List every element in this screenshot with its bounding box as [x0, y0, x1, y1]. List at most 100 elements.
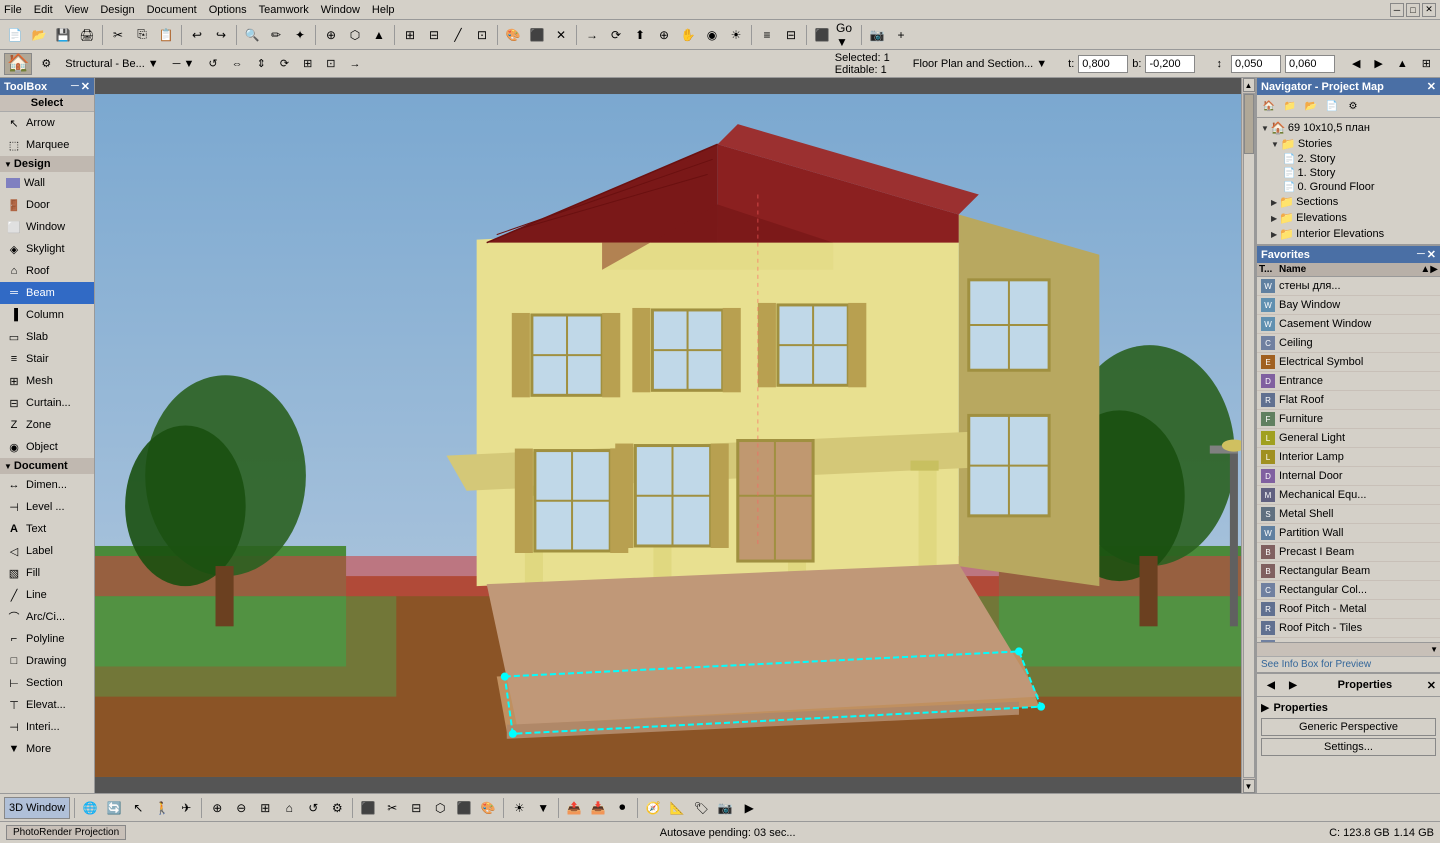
- bt-cut-btn[interactable]: ✂: [381, 797, 403, 819]
- pen-button[interactable]: ✏: [265, 24, 287, 46]
- arrow-btn[interactable]: →: [345, 53, 366, 75]
- group-button[interactable]: ⊞: [399, 24, 421, 46]
- fav-item-entrance[interactable]: D Entrance: [1257, 372, 1440, 391]
- zoom-button[interactable]: ⊕: [653, 24, 675, 46]
- tree-stories[interactable]: ▼ 📁 Stories: [1259, 136, 1438, 152]
- design-section-header[interactable]: Design: [0, 156, 94, 172]
- scroll-track[interactable]: [1243, 93, 1255, 778]
- tool-arrow[interactable]: ↖ Arrow: [0, 112, 94, 134]
- floor-plan-selector[interactable]: Floor Plan and Section... ▼: [908, 53, 1052, 75]
- elevation-value2[interactable]: 0,060: [1285, 55, 1335, 73]
- favorites-list[interactable]: W стены для... W Bay Window W Casement W…: [1257, 277, 1440, 642]
- tool-slab[interactable]: ▭ Slab: [0, 326, 94, 348]
- orbit-button[interactable]: ⟳: [605, 24, 627, 46]
- paste-button[interactable]: 📋: [155, 24, 177, 46]
- tool-label[interactable]: ◁ Label: [0, 540, 94, 562]
- extra-button[interactable]: +: [890, 24, 912, 46]
- find-button[interactable]: 🔍: [241, 24, 263, 46]
- bt-zoom-in[interactable]: ⊕: [206, 797, 228, 819]
- walk-button[interactable]: ⬆: [629, 24, 651, 46]
- redo-button[interactable]: ↪: [210, 24, 232, 46]
- copy-button[interactable]: ⎘: [131, 24, 153, 46]
- bt-home-btn[interactable]: ⌂: [278, 797, 300, 819]
- new-button[interactable]: 📄: [4, 24, 26, 46]
- bt-meas-btn[interactable]: 📐: [666, 797, 688, 819]
- bt-shadow-btn[interactable]: ☀: [508, 797, 530, 819]
- document-section-header[interactable]: Document: [0, 458, 94, 474]
- bt-zoom-out[interactable]: ⊖: [230, 797, 252, 819]
- minimize-button[interactable]: ─: [1390, 3, 1404, 17]
- nav-up[interactable]: ▲: [1392, 53, 1413, 75]
- render-button[interactable]: 🎨: [502, 24, 524, 46]
- scale-btn[interactable]: ⊡: [321, 53, 340, 75]
- bt-walk-btn[interactable]: 🚶: [151, 797, 173, 819]
- bt-export-btn[interactable]: 📤: [563, 797, 585, 819]
- tool-beam[interactable]: ═ Beam: [0, 282, 94, 304]
- fav-item-roof-metal[interactable]: R Roof Pitch - Metal: [1257, 600, 1440, 619]
- nav-close-button[interactable]: ✕: [1427, 80, 1436, 93]
- bt-anim-btn[interactable]: ▶: [738, 797, 760, 819]
- fav-item-rect-beam[interactable]: B Rectangular Beam: [1257, 562, 1440, 581]
- bt-nav-btn[interactable]: 🧭: [642, 797, 664, 819]
- tool-elevation[interactable]: ⊤ Elevat...: [0, 694, 94, 716]
- fav-item-roof-tiles[interactable]: R Roof Pitch - Tiles: [1257, 619, 1440, 638]
- tree-sections[interactable]: ▶ 📁 Sections: [1259, 194, 1438, 210]
- save-button[interactable]: 💾: [52, 24, 74, 46]
- tree-building[interactable]: ▼ 🏠 69 10x10,5 план: [1259, 120, 1438, 136]
- line-type[interactable]: ─ ▼: [168, 53, 200, 75]
- nav-settings-button[interactable]: ⚙: [1343, 97, 1363, 115]
- filter-button[interactable]: ⊡: [471, 24, 493, 46]
- open-button[interactable]: 📂: [28, 24, 50, 46]
- nav-page-button[interactable]: 📄: [1322, 97, 1342, 115]
- menu-teamwork[interactable]: Teamwork: [259, 4, 309, 16]
- tool-zone[interactable]: Z Zone: [0, 414, 94, 436]
- fav-item-general-light[interactable]: L General Light: [1257, 429, 1440, 448]
- flip-h[interactable]: ⇔: [227, 53, 248, 75]
- flip-v[interactable]: ⇕: [252, 53, 271, 75]
- fav-close-button[interactable]: ✕: [1427, 248, 1436, 261]
- tool-drawing[interactable]: □ Drawing: [0, 650, 94, 672]
- elevation-value[interactable]: 0,050: [1231, 55, 1281, 73]
- view3d-button[interactable]: ⬛: [811, 24, 833, 46]
- 3d-button[interactable]: ⬛: [526, 24, 548, 46]
- tool-line[interactable]: ╱ Line: [0, 584, 94, 606]
- toolbox-close[interactable]: ✕: [81, 80, 90, 93]
- tree-story1[interactable]: 📄 1. Story: [1259, 166, 1438, 180]
- cut-button[interactable]: ✂: [107, 24, 129, 46]
- fav-item-internal-door[interactable]: D Internal Door: [1257, 467, 1440, 486]
- undo-button[interactable]: ↩: [186, 24, 208, 46]
- tool-roof[interactable]: ⌂ Roof: [0, 260, 94, 282]
- tool-skylight[interactable]: ◈ Skylight: [0, 238, 94, 260]
- rotate-left[interactable]: ↺: [203, 53, 222, 75]
- tool-curtain[interactable]: ⊟ Curtain...: [0, 392, 94, 414]
- settings-button[interactable]: Settings...: [1261, 738, 1436, 756]
- prop-nav-left[interactable]: ◀: [1261, 676, 1281, 694]
- tool-level[interactable]: ⊣ Level ...: [0, 496, 94, 518]
- menu-view[interactable]: View: [65, 4, 89, 16]
- fav-item-rect-col[interactable]: C Rectangular Col...: [1257, 581, 1440, 600]
- elevation-icon[interactable]: ↕: [1211, 53, 1227, 75]
- bt-view-btn[interactable]: 🌐: [79, 797, 101, 819]
- sync-btn[interactable]: ⟳: [275, 53, 294, 75]
- scroll-up-button[interactable]: ▲: [1243, 78, 1255, 92]
- bt-setting-btn[interactable]: ⚙: [326, 797, 348, 819]
- bt-pointer-btn[interactable]: ↖: [127, 797, 149, 819]
- linework-button[interactable]: ╱: [447, 24, 469, 46]
- tool-mesh[interactable]: ⊞ Mesh: [0, 370, 94, 392]
- attrib-button[interactable]: ⊟: [780, 24, 802, 46]
- view-3d-icon[interactable]: 🏠: [4, 53, 32, 75]
- tool-polyline[interactable]: ⌐ Polyline: [0, 628, 94, 650]
- bt-solid-btn[interactable]: ⬛: [453, 797, 475, 819]
- tree-interior-elevations[interactable]: ▶ 📁 Interior Elevations: [1259, 226, 1438, 242]
- menu-design[interactable]: Design: [100, 4, 134, 16]
- tool-interior[interactable]: ⊣ Interi...: [0, 716, 94, 738]
- fav-item-furniture[interactable]: F Furniture: [1257, 410, 1440, 429]
- tree-elevations[interactable]: ▶ 📁 Elevations: [1259, 210, 1438, 226]
- fav-item-bay-window[interactable]: W Bay Window: [1257, 296, 1440, 315]
- toolbox-minimize[interactable]: ─: [71, 80, 79, 93]
- fav-item-interior-lamp[interactable]: L Interior Lamp: [1257, 448, 1440, 467]
- bt-label-btn[interactable]: 🏷: [690, 797, 712, 819]
- fav-item-metal-shell[interactable]: S Metal Shell: [1257, 505, 1440, 524]
- tool-marquee[interactable]: ⬚ Marquee: [0, 134, 94, 156]
- tool-dimen[interactable]: ↔ Dimen...: [0, 474, 94, 496]
